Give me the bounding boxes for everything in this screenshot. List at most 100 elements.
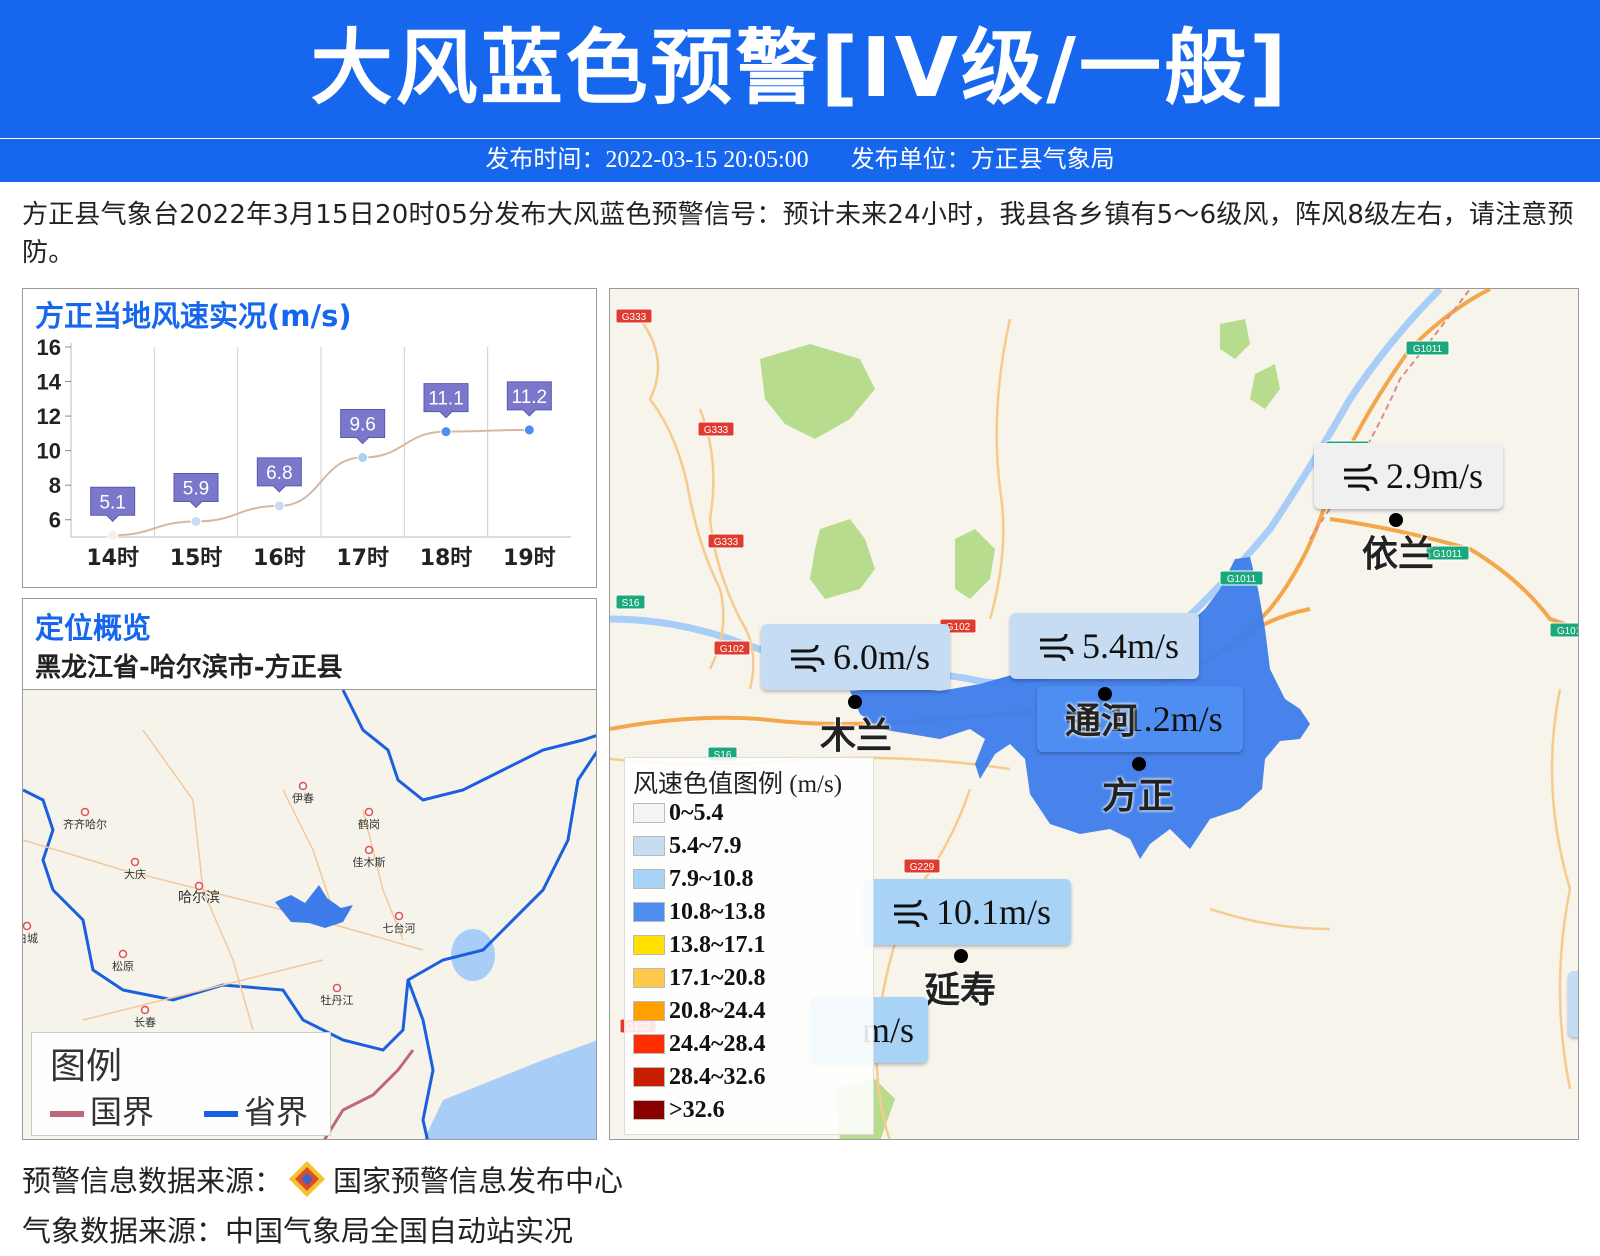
color-legend-swatch bbox=[633, 1067, 665, 1087]
warning-source-name[interactable]: 国家预警信息发布中心 bbox=[333, 1158, 623, 1200]
wind-icon bbox=[1344, 463, 1378, 492]
minimap-city-label: 哈尔滨 bbox=[178, 890, 220, 906]
color-legend-label: 20.8~24.4 bbox=[669, 997, 766, 1024]
location-path: 黑龙江省-哈尔滨市-方正县 bbox=[35, 653, 343, 683]
minimap-city-label: 白城 bbox=[23, 931, 38, 945]
y-tick-label: 14 bbox=[37, 370, 62, 395]
data-point bbox=[440, 426, 452, 438]
national-border-swatch bbox=[50, 1111, 84, 1117]
minimap-city-label: 松原 bbox=[112, 959, 134, 973]
data-label: 11.1 bbox=[428, 389, 464, 410]
minimap-city-label: 七台河 bbox=[383, 921, 416, 935]
road-shield-label: G229 bbox=[910, 862, 935, 873]
color-legend-swatch bbox=[633, 869, 665, 889]
legend-national-border: 国界 bbox=[50, 1087, 154, 1133]
city-label-yilan: 依兰 bbox=[1362, 534, 1435, 575]
color-legend-row: 24.4~28.4 bbox=[633, 1029, 765, 1059]
weather-source: 气象数据来源：中国气象局全国自动站实况 bbox=[22, 1208, 573, 1250]
y-tick-label: 16 bbox=[37, 335, 61, 360]
city-marker-icon bbox=[23, 921, 32, 931]
color-legend-label: 5.4~7.9 bbox=[669, 832, 742, 859]
color-legend-label: 17.1~20.8 bbox=[669, 964, 766, 991]
color-legend-swatch bbox=[633, 1001, 665, 1021]
city-label-mulan: 木兰 bbox=[820, 716, 893, 757]
legend-province-border: 省界 bbox=[204, 1087, 308, 1133]
wind-map-panel[interactable]: G333G333G333G102G102G1011G1011G1011G1011… bbox=[609, 288, 1579, 1140]
city-label-fangzheng: 方正 bbox=[1102, 776, 1175, 817]
color-legend-swatch bbox=[633, 836, 665, 856]
legend-national-label: 国界 bbox=[90, 1093, 155, 1131]
publish-time: 发布时间：2022-03-15 20:05:00 bbox=[485, 147, 809, 173]
data-point bbox=[273, 500, 285, 512]
color-legend-swatch bbox=[633, 902, 665, 922]
data-point bbox=[357, 452, 369, 464]
minimap-roads bbox=[23, 729, 424, 1031]
province-border-swatch bbox=[204, 1111, 238, 1117]
overview-minimap[interactable]: 齐齐哈尔 伊春鹤岗佳木斯大庆哈尔滨七台河白城松原牡丹江长春 图例 国界 省界 bbox=[23, 689, 596, 1139]
wind-icon bbox=[1040, 633, 1074, 662]
y-tick-label: 12 bbox=[37, 404, 61, 429]
road-shield-label: G333 bbox=[704, 425, 729, 436]
minimap-city-label: 牡丹江 bbox=[321, 993, 354, 1007]
city-marker-icon bbox=[118, 949, 128, 959]
minimap-city-label: 佳木斯 bbox=[353, 855, 386, 869]
color-legend-row: 17.1~20.8 bbox=[633, 963, 765, 993]
color-legend-row: 20.8~24.4 bbox=[633, 996, 765, 1026]
color-legend-row: >32.6 bbox=[633, 1095, 725, 1125]
wind-box-yanshou[interactable]: 10.1m/s bbox=[864, 879, 1072, 945]
color-legend-label: 0~5.4 bbox=[669, 799, 724, 826]
color-legend-row: 5.4~7.9 bbox=[633, 831, 741, 861]
minimap-city-label: 伊春 bbox=[292, 792, 314, 805]
data-point bbox=[190, 515, 202, 527]
minimap-city-label: 大庆 bbox=[124, 867, 146, 881]
map-legend: 图例 国界 省界 bbox=[31, 1032, 331, 1136]
national-border bbox=[323, 1049, 415, 1139]
road-shield-label: G333 bbox=[714, 537, 739, 548]
wind-icon bbox=[894, 899, 928, 928]
city-marker-icon bbox=[364, 845, 374, 855]
color-legend-swatch bbox=[633, 1100, 665, 1120]
warning-source-label: 预警信息数据来源： bbox=[22, 1164, 284, 1198]
x-tick-label: 17时 bbox=[336, 546, 389, 571]
color-legend-label: >32.6 bbox=[669, 1096, 725, 1123]
minimap-city-markers: 齐齐哈尔 伊春鹤岗佳木斯大庆哈尔滨七台河白城松原牡丹江长春 bbox=[23, 781, 416, 1029]
color-legend-row: 28.4~32.6 bbox=[633, 1062, 765, 1092]
y-tick-label: 8 bbox=[49, 473, 61, 498]
city-marker-icon bbox=[140, 1005, 150, 1015]
data-label: 9.6 bbox=[349, 415, 375, 436]
wind-box-mulan[interactable]: 6.0m/s bbox=[761, 624, 951, 690]
sea-area bbox=[424, 1040, 596, 1139]
wind-box-tonghe[interactable]: 5.4m/s bbox=[1010, 613, 1200, 679]
wind-box-yilan[interactable]: 2.9m/s bbox=[1314, 443, 1504, 509]
color-legend-row: 7.9~10.8 bbox=[633, 864, 753, 894]
wind-speed-chart-panel: 方正当地风速实况(m/s) 6 8 10 12 14 16 14时 15时 16时 17时 18时 1… bbox=[22, 288, 597, 588]
location-overview-panel: 定位概览 黑龙江省-哈尔滨市-方正县 齐齐哈尔 伊春鹤岗佳木斯大庆哈尔滨七台河白城… bbox=[22, 598, 597, 1140]
road-shield-label: G1011 bbox=[1413, 344, 1443, 355]
warning-source: 预警信息数据来源： 国家预警信息发布中心 bbox=[22, 1158, 623, 1200]
x-tick-label: 16时 bbox=[253, 546, 306, 571]
warning-center-logo-icon bbox=[289, 1161, 326, 1197]
color-legend-swatch bbox=[633, 803, 665, 823]
x-tick-label: 15时 bbox=[170, 546, 223, 571]
color-legend-label: 7.9~10.8 bbox=[669, 865, 754, 892]
color-legend-label: 28.4~32.6 bbox=[669, 1063, 766, 1090]
road-shield-label: S16 bbox=[622, 598, 640, 609]
x-tick-label: 14时 bbox=[86, 546, 139, 571]
road-shield-label: G333 bbox=[622, 312, 647, 323]
data-label: 11.2 bbox=[512, 387, 548, 408]
wind-value-yanshou: 10.1m/s bbox=[936, 892, 1052, 932]
city-marker-icon bbox=[298, 781, 308, 791]
wind-box-offscreen[interactable] bbox=[1568, 971, 1578, 1037]
page-title: 大风蓝色预警[IV级/一般] bbox=[310, 21, 1290, 116]
city-marker-icon bbox=[130, 857, 140, 867]
road-shield-label: G102 bbox=[720, 644, 745, 655]
x-tick-label: 19时 bbox=[503, 546, 556, 571]
warning-description: 方正县气象台2022年3月15日20时05分发布大风蓝色预警信号：预计未来24小… bbox=[22, 200, 1574, 268]
wind-color-legend: 风速色值图例 (m/s) 0~5.4 5.4~7.9 7.9~10.8 10.8~13… bbox=[624, 757, 874, 1135]
city-marker-icon bbox=[80, 807, 90, 817]
color-legend-row: 0~5.4 bbox=[633, 798, 723, 828]
y-tick-label: 10 bbox=[37, 439, 61, 464]
color-legend-label: 10.8~13.8 bbox=[669, 898, 766, 925]
road-shield-label: G1011 bbox=[1227, 574, 1257, 585]
location-title: 定位概览 bbox=[35, 611, 152, 645]
